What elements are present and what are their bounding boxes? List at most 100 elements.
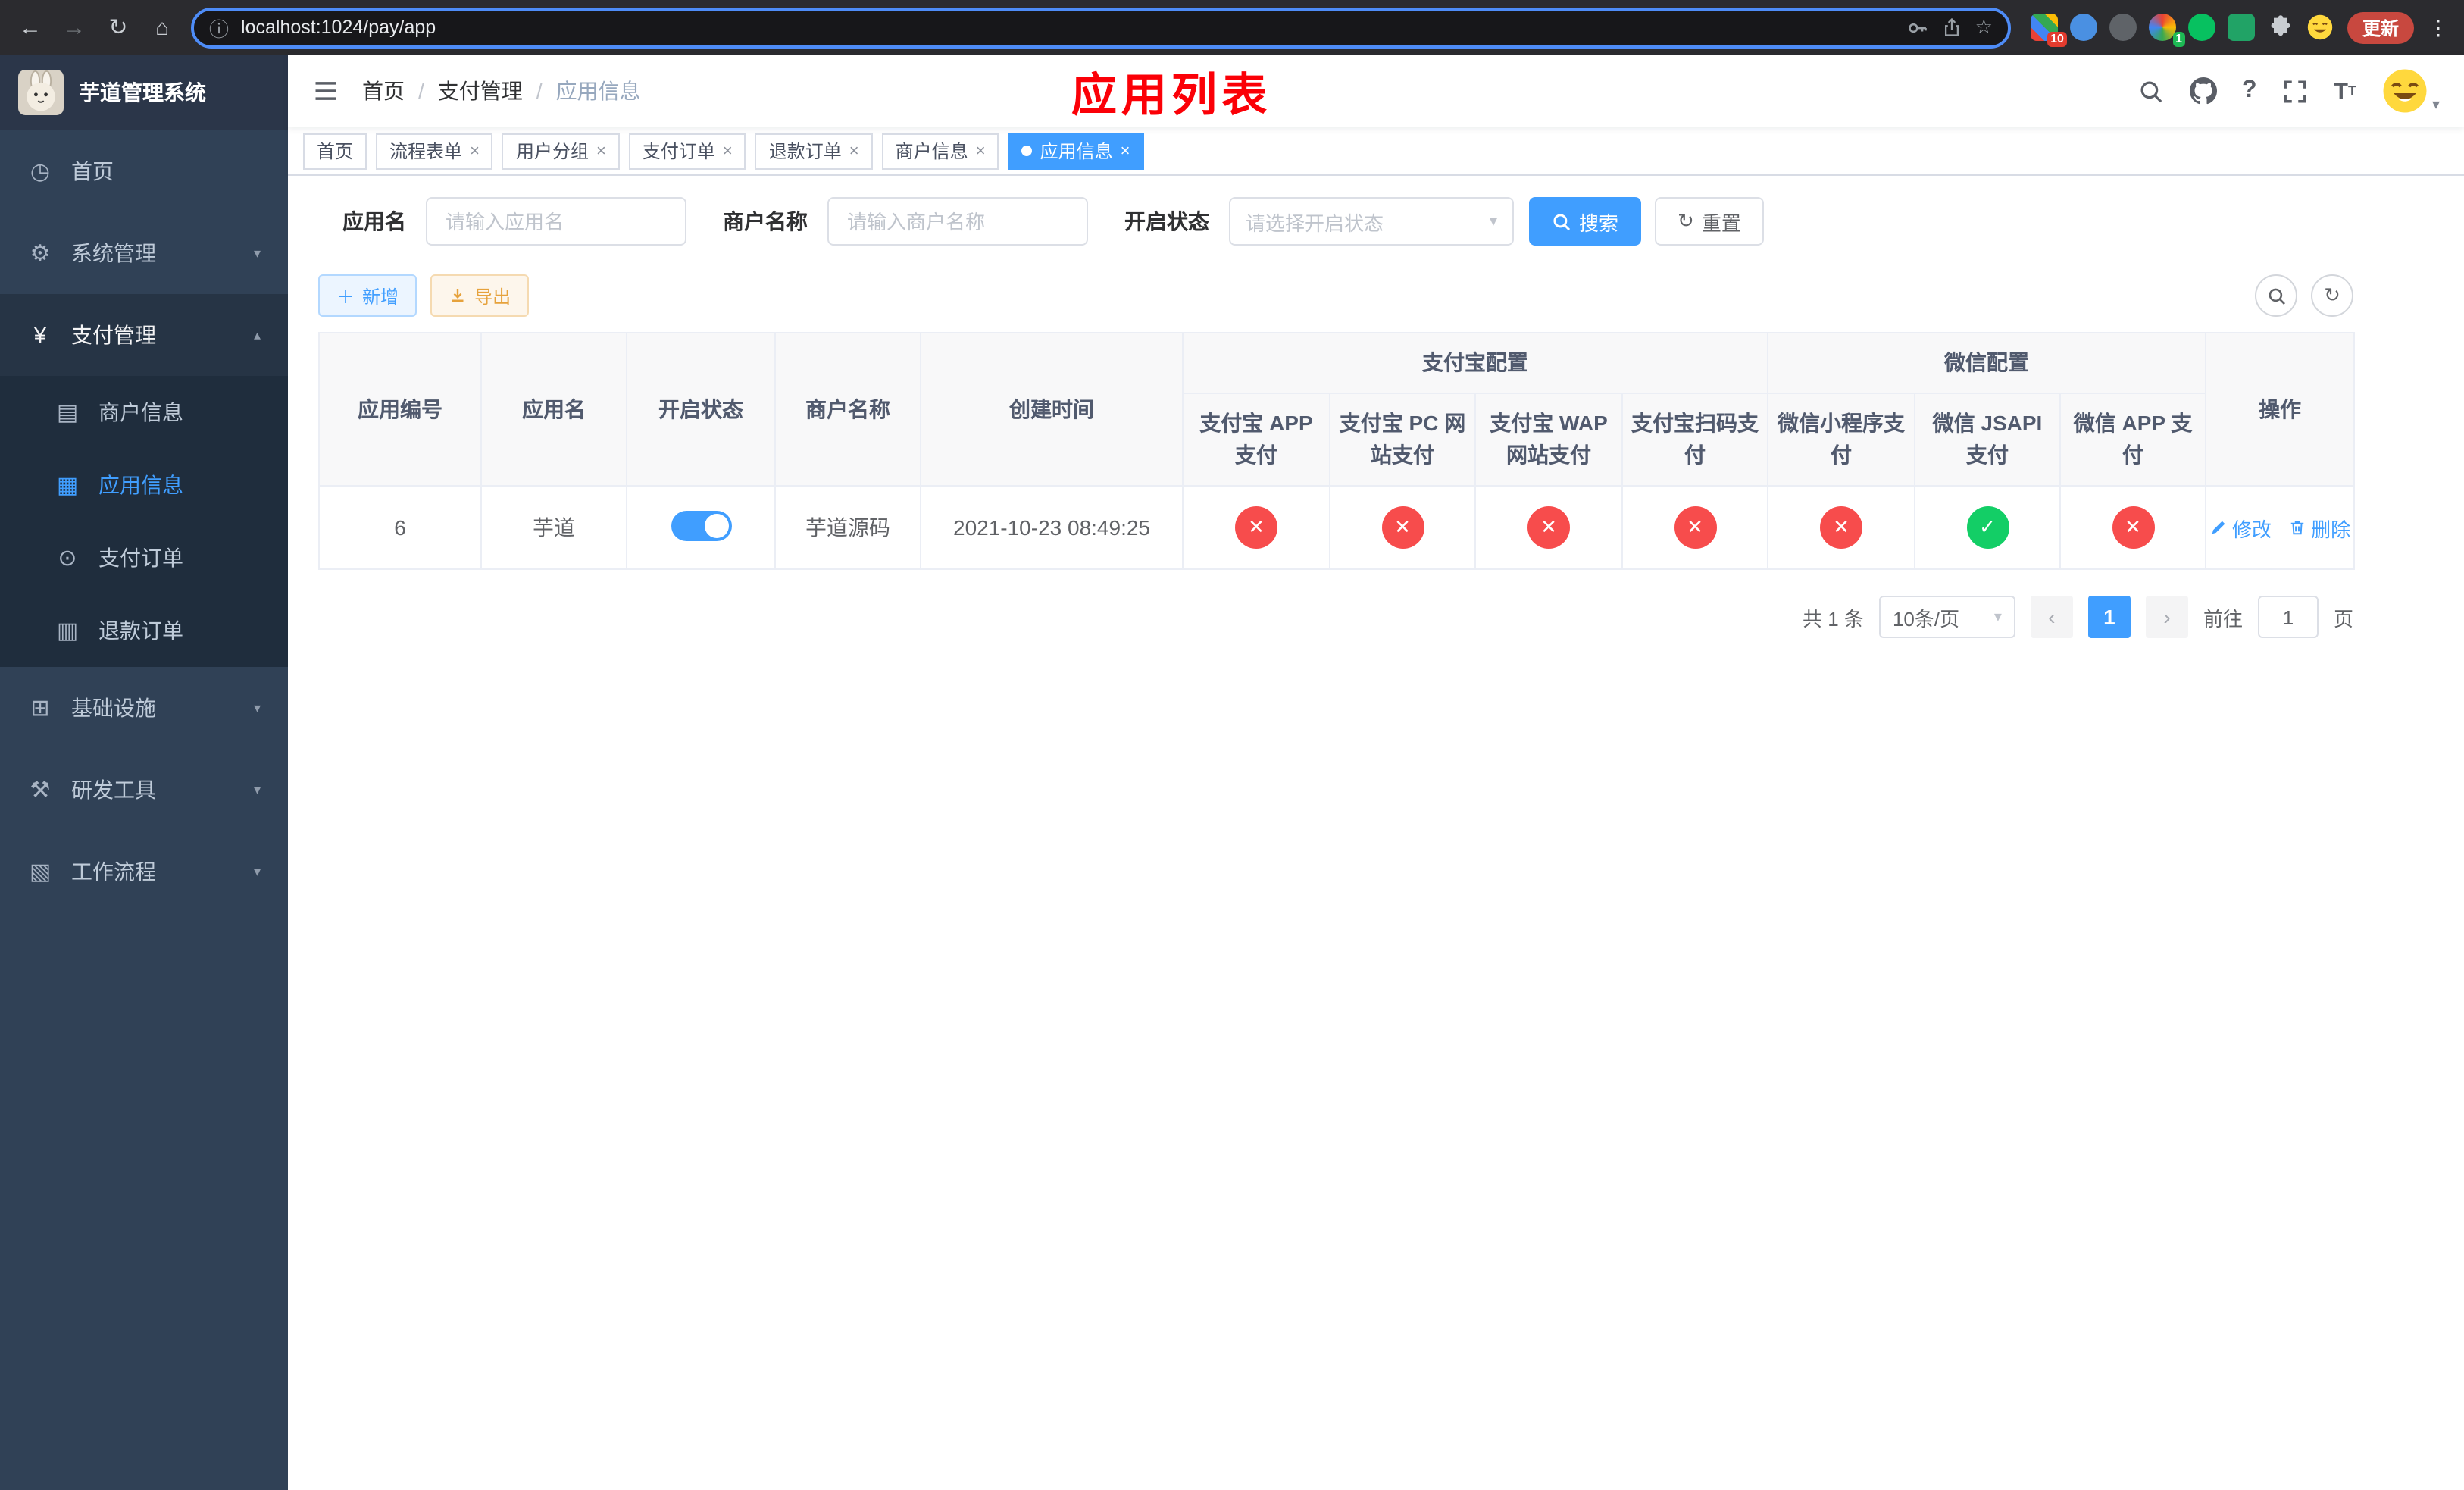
app-table: 应用编号 应用名 开启状态 商户名称 创建时间 支付宝配置 微信配置 操作 支付… bbox=[318, 332, 2356, 570]
col-alipay-app: 支付宝 APP 支付 bbox=[1182, 393, 1330, 487]
forward-icon[interactable]: → bbox=[59, 14, 89, 40]
sidebar-item-merchant-info[interactable]: ▤ 商户信息 bbox=[0, 376, 288, 449]
goto-prefix: 前往 bbox=[2203, 607, 2243, 630]
tab-pay-orders[interactable]: 支付订单 × bbox=[628, 133, 746, 169]
merchant-name-input[interactable] bbox=[827, 197, 1088, 246]
cell-wechat-mini: ✕ bbox=[1767, 485, 1915, 570]
page-number-button[interactable]: 1 bbox=[2087, 596, 2131, 638]
cell-created: 2021-10-23 08:49:25 bbox=[920, 485, 1184, 570]
search-button-label: 搜索 bbox=[1579, 211, 1619, 234]
goto-page-input[interactable] bbox=[2257, 596, 2319, 638]
cell-alipay-app: ✕ bbox=[1182, 485, 1330, 570]
sidebar-item-app-info[interactable]: ▦ 应用信息 bbox=[0, 449, 288, 521]
toggle-search-button[interactable] bbox=[2255, 274, 2297, 317]
bookmark-star-icon[interactable]: ☆ bbox=[1975, 15, 1993, 39]
sidebar-item-home[interactable]: ◷ 首页 bbox=[0, 130, 288, 212]
share-icon[interactable] bbox=[1942, 17, 1963, 38]
tab-merchant-info[interactable]: 商户信息 × bbox=[881, 133, 999, 169]
delete-link-label: 删除 bbox=[2311, 518, 2351, 540]
sidebar-item-infrastructure[interactable]: ⊞ 基础设施 ▾ bbox=[0, 667, 288, 749]
breadcrumb-home[interactable]: 首页 bbox=[362, 76, 405, 106]
tab-process-form[interactable]: 流程表单 × bbox=[376, 133, 493, 169]
fullscreen-icon[interactable] bbox=[2283, 78, 2309, 104]
profile-avatar-emoji[interactable] bbox=[2306, 14, 2334, 41]
extension-wechat-icon[interactable] bbox=[2187, 14, 2215, 41]
close-icon[interactable]: × bbox=[723, 142, 733, 160]
extension-grid-icon[interactable]: 10 bbox=[2030, 14, 2067, 47]
next-page-button[interactable]: › bbox=[2145, 596, 2188, 638]
extension-dark-icon[interactable] bbox=[2109, 14, 2137, 41]
col-wechat-jsapi: 微信 JSAPI 支付 bbox=[1914, 393, 2061, 487]
sidebar-item-label: 首页 bbox=[71, 159, 114, 183]
merchant-card-icon: ▤ bbox=[56, 400, 79, 426]
active-dot-icon bbox=[1021, 146, 1033, 156]
page-size-select[interactable]: 10条/页 ▾ bbox=[1878, 596, 2015, 638]
export-button-label: 导出 bbox=[474, 286, 511, 307]
plus-icon: ＋ bbox=[336, 286, 355, 307]
sidebar-item-system[interactable]: ⚙ 系统管理 ▾ bbox=[0, 212, 288, 294]
sidebar-item-devtools[interactable]: ⚒ 研发工具 ▾ bbox=[0, 749, 288, 831]
col-app-name: 应用名 bbox=[480, 332, 627, 487]
sidebar-item-pay-orders[interactable]: ⊙ 支付订单 bbox=[0, 521, 288, 594]
alipay-qr-status-icon: ✕ bbox=[1674, 506, 1716, 549]
col-merchant: 商户名称 bbox=[774, 332, 921, 487]
extension-color-wheel-icon[interactable]: 1 bbox=[2148, 14, 2185, 47]
sidebar-item-refund-orders[interactable]: ▥ 退款订单 bbox=[0, 594, 288, 667]
font-size-icon[interactable]: TT bbox=[2334, 78, 2356, 104]
sidebar-item-label: 支付管理 bbox=[71, 323, 156, 347]
devtools-icon: ⚒ bbox=[30, 778, 51, 803]
pay-order-icon: ⊙ bbox=[58, 546, 77, 571]
close-icon[interactable]: × bbox=[849, 142, 859, 160]
user-avatar-menu[interactable]: ▾ bbox=[2382, 68, 2440, 114]
close-icon[interactable]: × bbox=[1121, 142, 1130, 160]
back-icon[interactable]: ← bbox=[15, 14, 45, 40]
reset-button[interactable]: ↻ 重置 bbox=[1655, 197, 1764, 246]
extension-chat-icon[interactable] bbox=[2227, 14, 2255, 41]
close-icon[interactable]: × bbox=[596, 142, 606, 160]
search-icon[interactable] bbox=[2137, 78, 2163, 104]
close-icon[interactable]: × bbox=[976, 142, 986, 160]
export-button[interactable]: 导出 bbox=[430, 274, 530, 317]
extensions-puzzle-icon[interactable] bbox=[2267, 14, 2294, 41]
refresh-table-button[interactable]: ↻ bbox=[2311, 274, 2353, 317]
password-key-icon[interactable] bbox=[1907, 16, 1930, 39]
prev-page-button[interactable]: ‹ bbox=[2030, 596, 2073, 638]
edit-link[interactable]: 修改 bbox=[2209, 513, 2272, 542]
status-toggle[interactable] bbox=[671, 510, 731, 540]
wechat-mini-status-icon: ✕ bbox=[1820, 506, 1862, 549]
status-select[interactable]: 请选择开启状态 ▾ bbox=[1229, 197, 1514, 246]
site-info-icon[interactable]: ⓘ bbox=[209, 13, 229, 42]
collapse-menu-icon[interactable] bbox=[312, 77, 339, 105]
extension-drop-icon[interactable] bbox=[2069, 14, 2097, 41]
breadcrumb-payment[interactable]: 支付管理 bbox=[438, 76, 523, 106]
tab-refund-orders[interactable]: 退款订单 × bbox=[755, 133, 873, 169]
search-button[interactable]: 搜索 bbox=[1529, 197, 1642, 246]
dashboard-icon: ◷ bbox=[30, 159, 51, 185]
tab-home[interactable]: 首页 bbox=[303, 133, 367, 169]
browser-update-button[interactable]: 更新 bbox=[2347, 11, 2414, 43]
reload-icon[interactable]: ↻ bbox=[103, 14, 133, 41]
browser-menu-icon[interactable]: ⋮ bbox=[2428, 14, 2449, 40]
add-button[interactable]: ＋ 新增 bbox=[318, 274, 417, 317]
url-bar[interactable]: ⓘ localhost:1024/pay/app ☆ bbox=[191, 7, 2011, 48]
app-name-input[interactable] bbox=[426, 197, 686, 246]
cell-alipay-pc: ✕ bbox=[1329, 485, 1476, 570]
breadcrumb-current: 应用信息 bbox=[555, 79, 641, 103]
github-icon[interactable] bbox=[2189, 77, 2217, 105]
sidebar-item-workflow[interactable]: ▧ 工作流程 ▾ bbox=[0, 831, 288, 912]
edit-link-label: 修改 bbox=[2232, 518, 2272, 540]
cell-app-id: 6 bbox=[318, 485, 482, 570]
close-icon[interactable]: × bbox=[470, 142, 480, 160]
tab-user-group[interactable]: 用户分组 × bbox=[502, 133, 620, 169]
avatar bbox=[2382, 68, 2428, 114]
delete-link[interactable]: 删除 bbox=[2288, 513, 2350, 542]
help-icon[interactable]: ? bbox=[2242, 77, 2257, 105]
cell-wechat-app: ✕ bbox=[2059, 485, 2207, 570]
app-name-label: 应用名 bbox=[342, 209, 406, 233]
tab-app-info[interactable]: 应用信息 × bbox=[1008, 133, 1144, 169]
sidebar-item-payment[interactable]: ¥ 支付管理 ▴ bbox=[0, 294, 288, 376]
sidebar-logo[interactable]: 芋道管理系统 bbox=[0, 55, 288, 130]
tab-label: 支付订单 bbox=[642, 141, 715, 162]
cell-merchant: 芋道源码 bbox=[774, 485, 921, 570]
home-icon[interactable]: ⌂ bbox=[147, 14, 177, 40]
